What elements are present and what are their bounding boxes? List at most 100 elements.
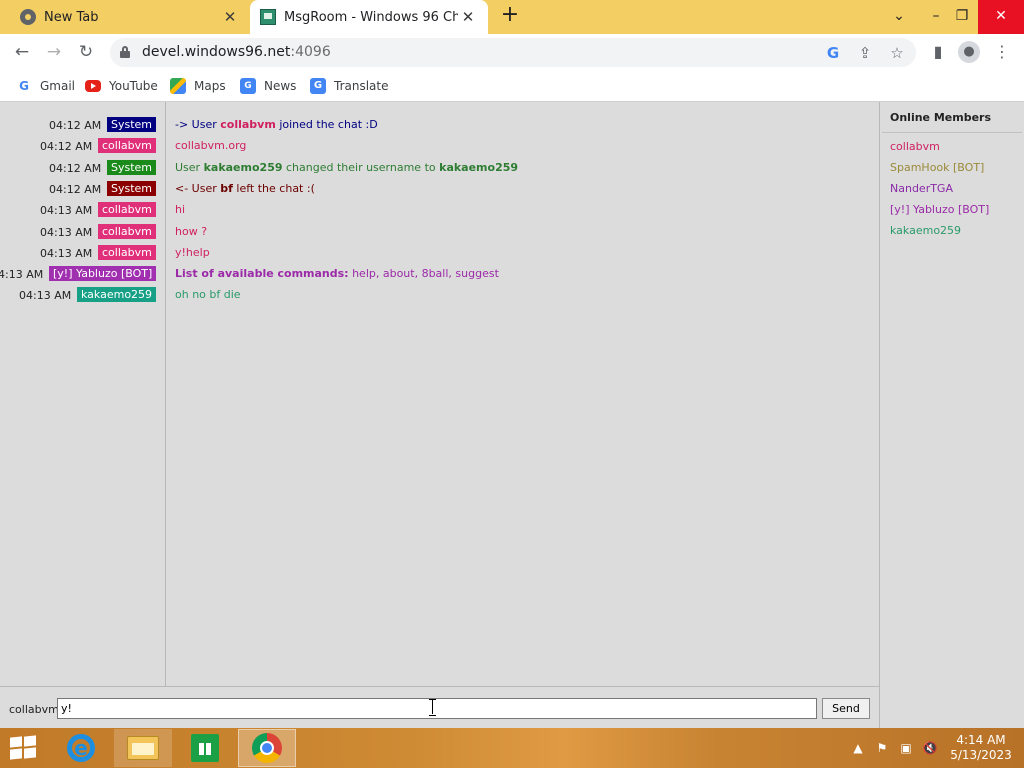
message-text-part: bf	[220, 181, 233, 195]
message-username-badge[interactable]: [y!] Yabluzo [BOT]	[49, 266, 157, 282]
message-text: oh no bf die	[175, 288, 241, 301]
message-text-part: kakaemo259	[439, 160, 519, 174]
message-username-badge[interactable]: kakaemo259	[77, 287, 157, 303]
bookmark-maps[interactable]: Maps	[170, 76, 226, 96]
tab-msgroom[interactable]: MsgRoom - Windows 96 Chat ✕	[250, 0, 488, 34]
msgroom-page: System 04:12 AM -> User collabvm joined th…	[0, 102, 1024, 728]
online-members-panel: Online Members collabvm SpamHook [BOT] Nan…	[879, 102, 1024, 728]
message-text-part: left the chat :(	[232, 181, 315, 195]
close-tab-icon[interactable]: ✕	[220, 8, 240, 26]
google-icon: G	[19, 79, 29, 93]
member-item[interactable]: SpamHook [BOT]	[890, 161, 984, 174]
nickname-label[interactable]: collabvm	[9, 703, 59, 716]
maps-icon	[170, 78, 186, 94]
tab-title: MsgRoom - Windows 96 Chat	[284, 9, 458, 25]
message-timestamp: 04:13 AM	[40, 246, 93, 260]
message-text-part: changed their username to	[282, 160, 440, 174]
taskbar-file-explorer[interactable]	[114, 729, 172, 767]
system-clock[interactable]: 4:14 AM 5/13/2023	[950, 733, 1012, 763]
bookmarks-bar: G Gmail YouTube Maps G News G Translate	[0, 71, 1024, 102]
tab-search-icon[interactable]: ⌄	[883, 0, 915, 34]
forward-icon[interactable]: →	[41, 39, 67, 65]
file-explorer-icon	[127, 736, 159, 760]
message-text-part: collabvm	[220, 118, 276, 131]
message-text-part: List of available commands:	[175, 267, 349, 281]
network-icon[interactable]: ▣	[898, 740, 914, 756]
action-center-flag-icon[interactable]: ⚑	[874, 740, 890, 756]
close-tab-icon[interactable]: ✕	[458, 8, 478, 26]
message-row: collabvm 04:13 AM y!help	[0, 244, 879, 263]
message-text-part: help, about, 8ball, suggest	[348, 267, 499, 281]
url-text: devel.windows96.net:4096	[142, 44, 331, 60]
message-username-badge[interactable]: System	[107, 159, 157, 175]
google-lens-icon[interactable]: G	[824, 44, 842, 62]
message-text: y!help	[175, 246, 210, 259]
reload-icon[interactable]: ↻	[73, 39, 99, 65]
message-row: System 04:12 AM -> User collabvm joined th…	[0, 117, 879, 135]
divider	[882, 132, 1022, 133]
menu-kebab-icon[interactable]: ⋮	[991, 41, 1013, 63]
send-button[interactable]: Send	[822, 698, 870, 719]
translate-icon: G	[310, 78, 326, 94]
members-title: Online Members	[890, 111, 992, 124]
restore-button[interactable]: ❐	[946, 0, 978, 34]
message-text-part: -> User	[175, 118, 221, 131]
bookmark-youtube[interactable]: YouTube	[85, 76, 158, 96]
bookmark-translate[interactable]: G Translate	[310, 76, 389, 96]
store-icon	[191, 734, 219, 762]
message-row: System 04:12 AM User kakaemo259 changed th…	[0, 159, 879, 178]
message-timestamp: 04:12 AM	[40, 140, 93, 154]
message-text-part: oh no bf die	[175, 288, 241, 302]
message-timestamp: 04:13 AM	[40, 204, 93, 218]
message-text: -> User collabvm joined the chat :D	[175, 118, 378, 131]
message-text-part: kakaemo259	[203, 160, 283, 174]
member-item[interactable]: [y!] Yabluzo [BOT]	[890, 203, 989, 216]
new-tab-button[interactable]: +	[498, 4, 522, 28]
taskbar-store[interactable]	[176, 729, 234, 767]
youtube-icon	[85, 80, 101, 92]
profile-avatar-icon[interactable]: ●	[958, 41, 980, 63]
taskbar-chrome[interactable]	[238, 729, 296, 767]
message-username-badge[interactable]: collabvm	[98, 138, 156, 154]
taskbar-internet-explorer[interactable]: e	[52, 729, 110, 767]
tab-new-tab[interactable]: New Tab ✕	[0, 0, 250, 34]
message-row: collabvm 04:12 AM collabvm.org	[0, 138, 879, 156]
internet-explorer-icon: e	[67, 734, 95, 762]
message-username-badge[interactable]: collabvm	[98, 244, 156, 260]
chrome-icon	[20, 9, 36, 25]
share-icon[interactable]: ⇪	[856, 44, 874, 62]
message-row: collabvm 04:13 AM how ?	[0, 223, 879, 242]
back-icon[interactable]: ←	[9, 39, 35, 65]
message-timestamp: 04:12 AM	[49, 161, 102, 175]
message-timestamp: 04:13 AM	[40, 225, 93, 239]
message-row: [y!] Yabluzo [BOT] 04:13 AM List of availa…	[0, 266, 879, 284]
message-username-badge[interactable]: collabvm	[98, 202, 156, 218]
bookmark-news[interactable]: G News	[240, 76, 296, 96]
bookmark-gmail[interactable]: G Gmail	[16, 76, 75, 96]
message-timestamp: 04:13 AM	[0, 268, 44, 282]
message-username-badge[interactable]: System	[107, 180, 157, 196]
message-username-badge[interactable]: collabvm	[98, 223, 156, 239]
start-windows-icon[interactable]	[8, 735, 38, 760]
show-hidden-icons-icon[interactable]: ▲	[850, 740, 866, 756]
message-username-badge[interactable]: System	[107, 117, 157, 132]
message-timestamp: 04:13 AM	[19, 289, 72, 303]
member-item[interactable]: kakaemo259	[890, 224, 961, 237]
message-input[interactable]	[57, 698, 817, 719]
bookmark-star-icon[interactable]: ☆	[888, 44, 906, 62]
text-cursor-icon	[429, 699, 437, 716]
address-bar[interactable]: devel.windows96.net:4096 G ⇪ ☆	[110, 38, 916, 67]
message-row: collabvm 04:13 AM hi	[0, 202, 879, 220]
volume-muted-icon[interactable]: 🔇	[922, 740, 938, 756]
side-panel-icon[interactable]: ▮	[927, 41, 949, 63]
news-icon: G	[240, 78, 256, 94]
message-row: kakaemo259 04:13 AM oh no bf die	[0, 287, 879, 305]
message-text: collabvm.org	[175, 139, 246, 152]
message-text: how ?	[175, 225, 207, 238]
message-text: <- User bf left the chat :(	[175, 182, 315, 195]
member-item[interactable]: collabvm	[890, 140, 940, 153]
message-composer: collabvm Send	[0, 686, 879, 728]
message-text-part: y!help	[175, 245, 210, 259]
member-item[interactable]: NanderTGA	[890, 182, 953, 195]
window-close-button[interactable]: ✕	[978, 0, 1024, 34]
